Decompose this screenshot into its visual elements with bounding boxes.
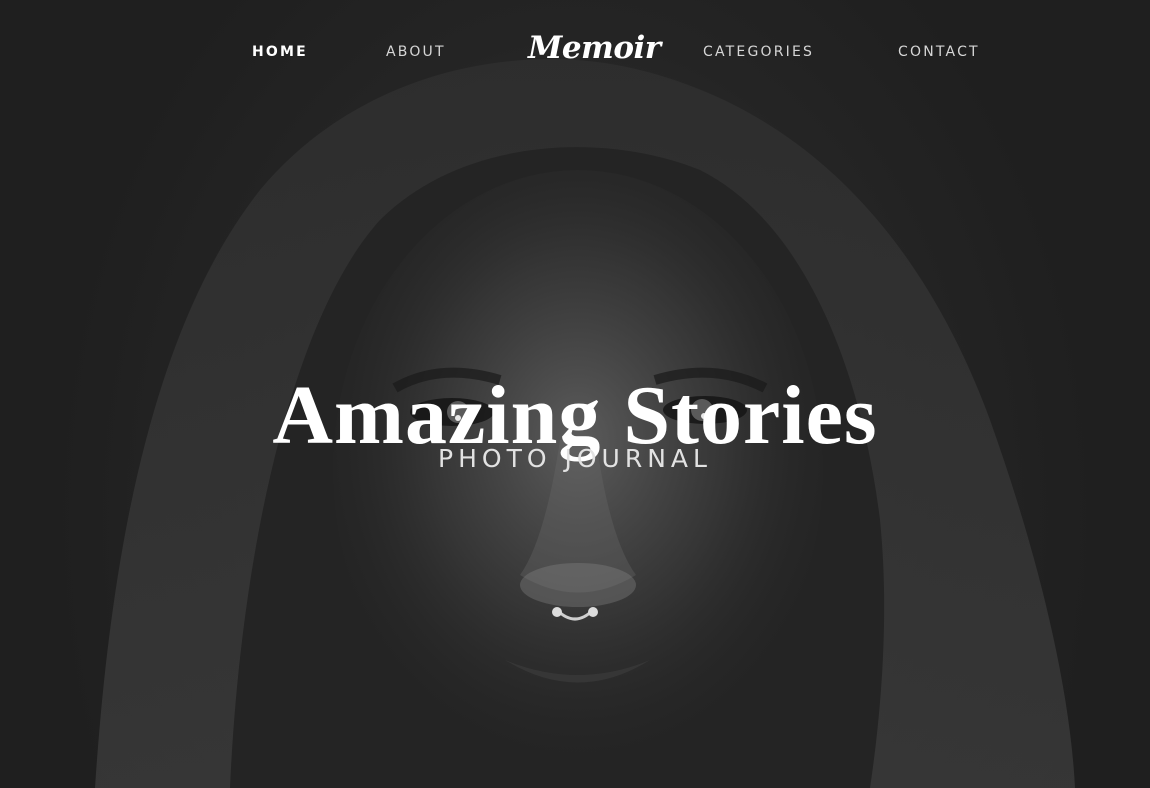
nav-categories-link[interactable]: CATEGORIES <box>703 44 814 60</box>
nav-contact-link[interactable]: CONTACT <box>898 44 980 60</box>
nav-about-link[interactable]: ABOUT <box>386 44 446 60</box>
hero-subtitle: PHOTO JOURNAL <box>438 444 712 473</box>
site-logo[interactable]: Memoir <box>528 30 661 66</box>
hero-section: HOME ABOUT Memoir CATEGORIES CONTACT Ama… <box>0 0 1150 788</box>
nav-home-link[interactable]: HOME <box>252 44 308 60</box>
main-nav: HOME ABOUT Memoir CATEGORIES CONTACT <box>0 30 1150 76</box>
